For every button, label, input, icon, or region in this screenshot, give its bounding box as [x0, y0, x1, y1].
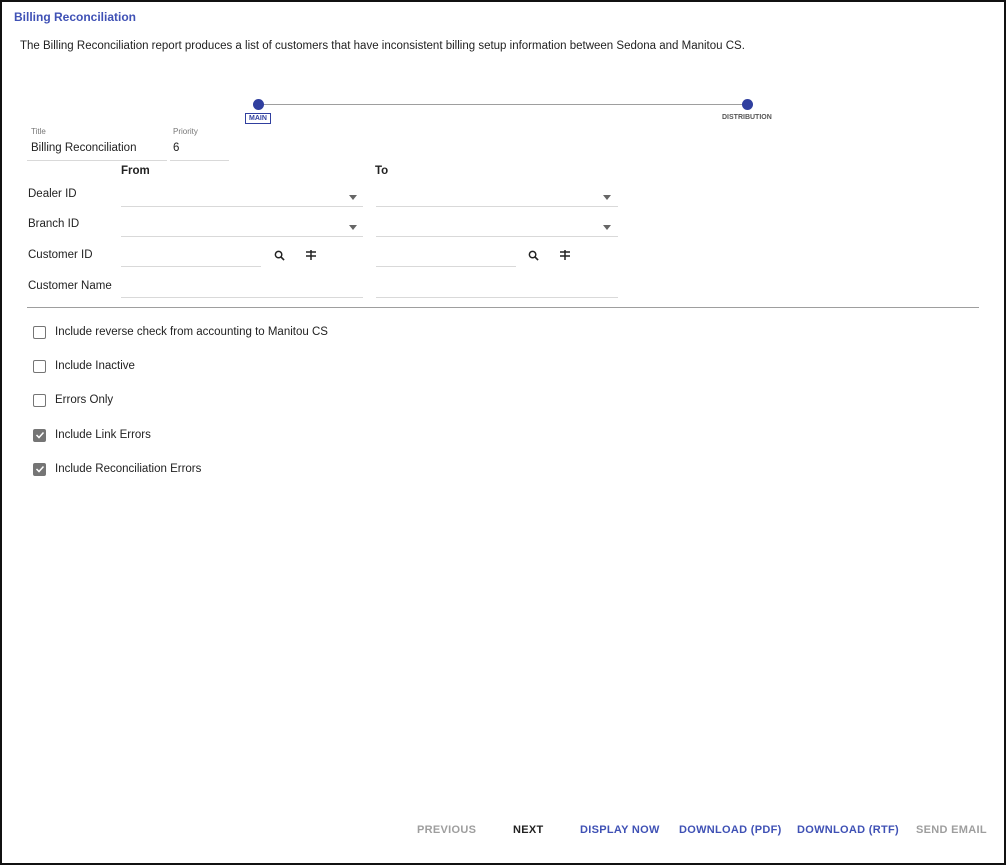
option-include-inactive[interactable]: Include Inactive: [33, 358, 135, 374]
dealer-id-from-select[interactable]: [121, 206, 363, 207]
search-icon[interactable]: [272, 248, 286, 262]
branch-id-label: Branch ID: [28, 218, 80, 230]
chevron-down-icon[interactable]: [349, 195, 357, 200]
checkbox-label: Errors Only: [55, 394, 114, 406]
step-main-dot[interactable]: [253, 99, 264, 110]
clear-filter-icon[interactable]: [558, 248, 572, 262]
customer-name-from-input[interactable]: [121, 297, 363, 298]
option-errors-only[interactable]: Errors Only: [33, 392, 113, 408]
checkbox[interactable]: [33, 325, 46, 339]
report-description: The Billing Reconciliation report produc…: [20, 40, 745, 52]
branch-id-to-select[interactable]: [376, 236, 618, 237]
checkbox-label: Include Reconciliation Errors: [55, 463, 202, 475]
to-header: To: [375, 165, 389, 177]
chevron-down-icon[interactable]: [603, 195, 611, 200]
page-title: Billing Reconciliation: [14, 10, 137, 24]
checkmark-icon: [35, 465, 44, 473]
previous-button[interactable]: PREVIOUS: [417, 824, 476, 836]
customer-id-from-input[interactable]: [121, 266, 261, 267]
chevron-down-icon[interactable]: [349, 225, 357, 230]
clear-filter-icon[interactable]: [304, 248, 318, 262]
send-email-button[interactable]: SEND EMAIL: [916, 824, 987, 836]
option-include-reconciliation-errors[interactable]: Include Reconciliation Errors: [33, 461, 201, 477]
customer-name-to-input[interactable]: [376, 297, 618, 298]
title-field-underline: [27, 160, 167, 161]
from-header: From: [121, 165, 150, 177]
priority-field-underline: [170, 160, 229, 161]
dealer-id-label: Dealer ID: [28, 188, 77, 200]
download-pdf-button[interactable]: DOWNLOAD (PDF): [679, 824, 782, 836]
section-divider: [27, 307, 979, 308]
search-icon[interactable]: [526, 248, 540, 262]
step-distribution-label[interactable]: DISTRIBUTION: [722, 114, 772, 121]
stepper-line: [258, 104, 747, 105]
checkmark-icon: [35, 431, 44, 439]
checkbox-checked[interactable]: [33, 428, 46, 442]
customer-name-label: Customer Name: [28, 280, 112, 292]
dealer-id-to-select[interactable]: [376, 206, 618, 207]
customer-id-to-input[interactable]: [376, 266, 516, 267]
checkbox-label: Include Link Errors: [55, 429, 151, 441]
checkbox-label: Include Inactive: [55, 360, 135, 372]
customer-id-label: Customer ID: [28, 249, 93, 261]
download-rtf-button[interactable]: DOWNLOAD (RTF): [797, 824, 899, 836]
step-distribution-dot[interactable]: [742, 99, 753, 110]
checkbox[interactable]: [33, 359, 46, 373]
option-include-link-errors[interactable]: Include Link Errors: [33, 427, 151, 443]
option-reverse-check[interactable]: Include reverse check from accounting to…: [33, 324, 328, 340]
priority-field-label: Priority: [173, 127, 198, 136]
checkbox-checked[interactable]: [33, 462, 46, 476]
chevron-down-icon[interactable]: [603, 225, 611, 230]
step-main-label[interactable]: MAIN: [245, 113, 271, 124]
title-field-label: Title: [31, 127, 46, 136]
checkbox-label: Include reverse check from accounting to…: [55, 326, 328, 338]
next-button[interactable]: NEXT: [513, 824, 544, 836]
priority-field[interactable]: 6: [173, 142, 179, 154]
branch-id-from-select[interactable]: [121, 236, 363, 237]
display-now-button[interactable]: DISPLAY NOW: [580, 824, 660, 836]
checkbox[interactable]: [33, 393, 46, 407]
title-field[interactable]: Billing Reconciliation: [31, 142, 136, 154]
